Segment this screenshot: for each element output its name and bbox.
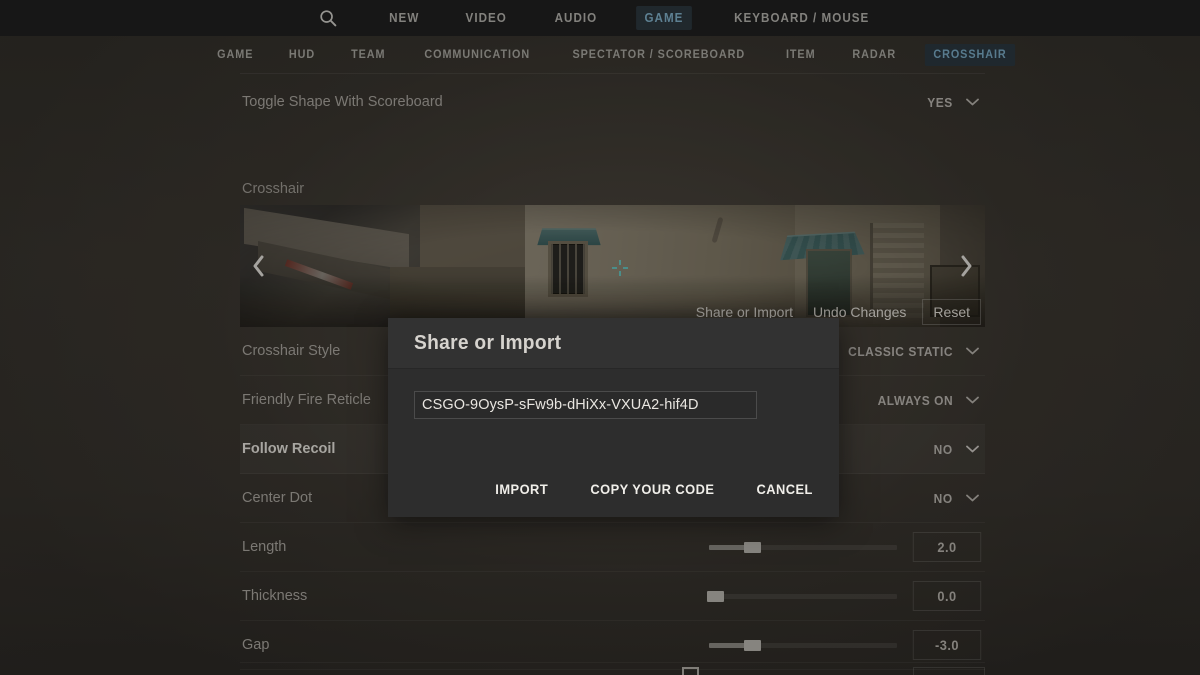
share-or-import-dialog: Share or Import IMPORT COPY YOUR CODE CA… — [388, 318, 839, 517]
cancel-button[interactable]: CANCEL — [756, 481, 812, 497]
share-code-input[interactable] — [414, 391, 757, 419]
dialog-body: IMPORT COPY YOUR CODE CANCEL — [388, 369, 839, 517]
copy-your-code-button[interactable]: COPY YOUR CODE — [590, 481, 714, 497]
dialog-header: Share or Import — [388, 318, 839, 369]
dialog-actions: IMPORT COPY YOUR CODE CANCEL — [493, 481, 815, 497]
settings-screen: NEW VIDEO AUDIO GAME KEYBOARD / MOUSE GA… — [0, 0, 1200, 675]
dialog-title: Share or Import — [414, 331, 562, 354]
import-button[interactable]: IMPORT — [496, 481, 549, 497]
